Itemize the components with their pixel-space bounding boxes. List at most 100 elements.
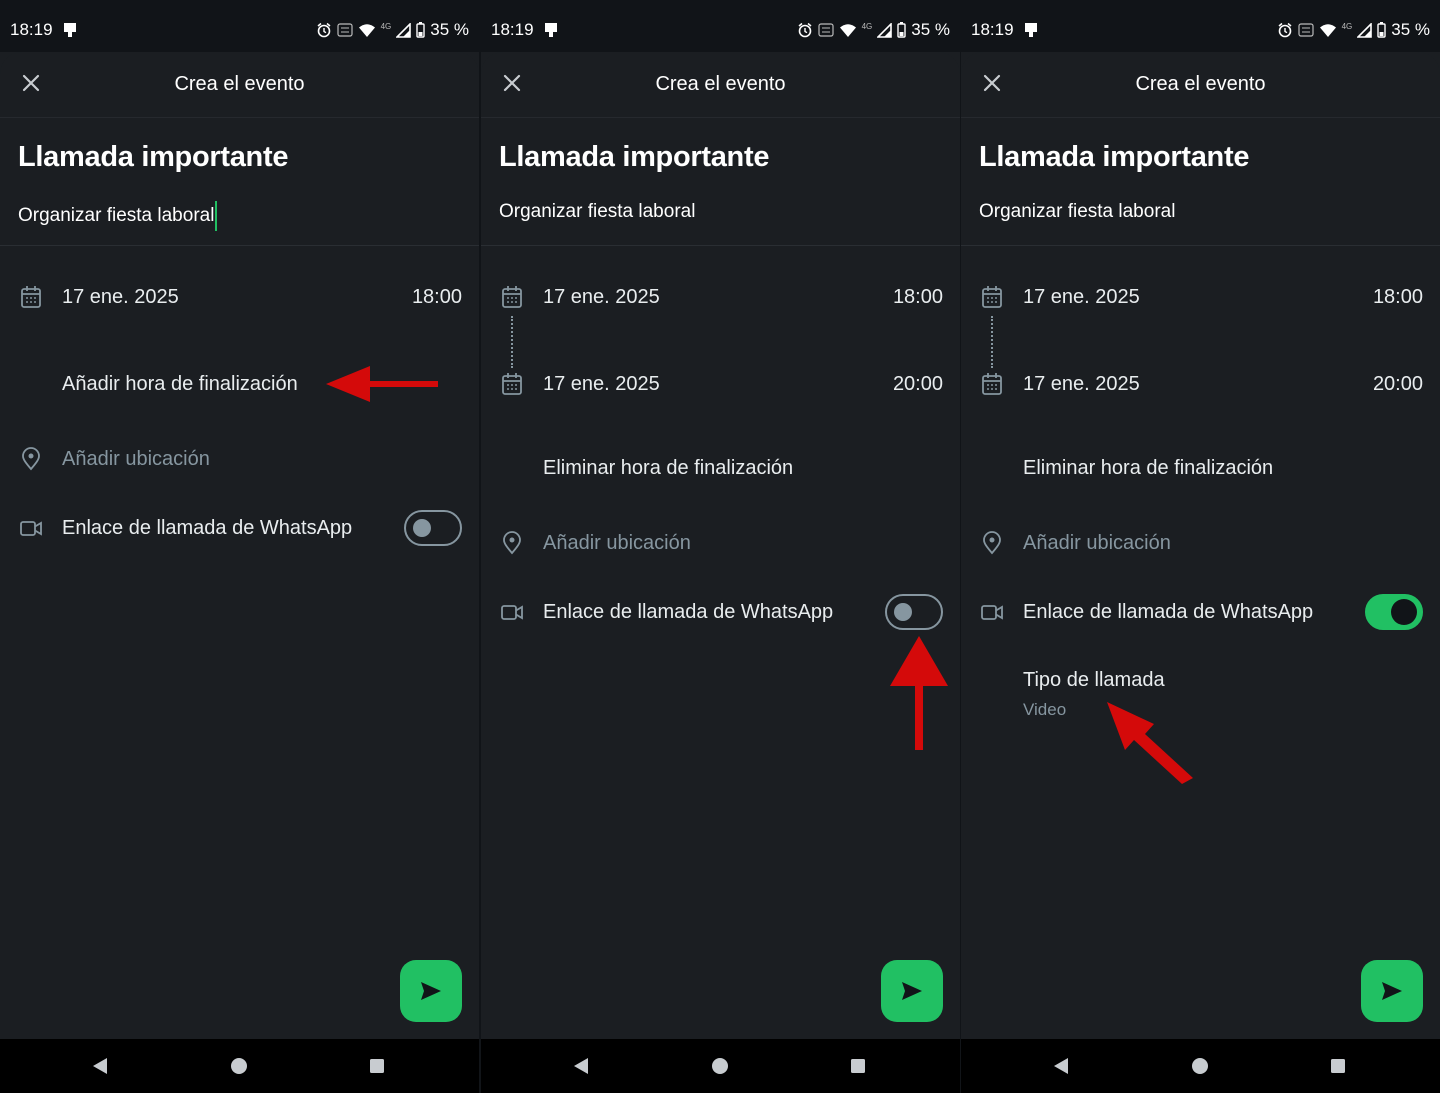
start-date[interactable]: 17 ene. 2025 [62,286,179,309]
text-cursor [215,201,218,231]
send-button[interactable] [1361,960,1423,1022]
video-camera-icon [20,521,42,536]
app-bar: Crea el evento [481,52,960,118]
system-icons: 4G 35 % [797,20,950,40]
whatsapp-call-link-toggle[interactable] [1365,594,1423,630]
screen-panel-2: 18:19 4G 35 % Crea el evento Llamada imp… [481,0,960,1093]
signal-icon [877,22,893,38]
send-icon [421,982,441,1000]
call-type-value: Video [1023,700,1067,719]
status-time: 18:19 [10,20,53,39]
screen-panel-3: 18:19 4G 35 % Crea el evento Llamada imp… [961,0,1440,1093]
end-datetime-row[interactable]: 17 ene. 2025 20:00 [481,364,960,404]
call-type-label: Tipo de llamada [1023,669,1165,691]
date-range-connector [511,316,513,368]
end-time[interactable]: 20:00 [893,373,943,396]
battery-icon [416,22,425,38]
page-title: Crea el evento [655,73,786,95]
nav-bar [961,1039,1440,1093]
status-time: 18:19 [491,20,534,39]
network-type: 4G [380,21,392,31]
notification-icon [64,23,76,37]
divider [961,245,1440,246]
system-icons: 4G 35 % [1277,20,1430,40]
whatsapp-call-link-toggle[interactable] [885,594,943,630]
calendar-icon [982,286,1002,308]
wifi-icon [358,23,375,37]
send-icon [1382,982,1402,1000]
event-sheet: Crea el evento Llamada importante Organi… [961,52,1440,1039]
add-location-input[interactable]: Añadir ubicación [62,448,210,471]
whatsapp-call-link-label: Enlace de llamada de WhatsApp [543,601,834,623]
end-date[interactable]: 17 ene. 2025 [1023,373,1140,396]
whatsapp-call-link-row: Enlace de llamada de WhatsApp [481,592,960,632]
start-datetime-row[interactable]: 17 ene. 2025 18:00 [481,277,960,317]
start-datetime-row[interactable]: 17 ene. 2025 18:00 [961,277,1440,317]
event-name-input[interactable]: Llamada importante [979,141,1249,174]
back-icon[interactable] [571,1056,591,1076]
end-date[interactable]: 17 ene. 2025 [543,373,660,396]
status-time: 18:19 [971,20,1014,39]
end-time[interactable]: 20:00 [1373,373,1423,396]
toggle-knob [894,603,912,621]
event-name-input[interactable]: Llamada importante [18,141,288,174]
start-time[interactable]: 18:00 [1373,286,1423,309]
event-sheet: Crea el evento Llamada importante Organi… [481,52,960,1039]
add-end-time-row[interactable]: Añadir hora de finalización [0,364,479,404]
system-icons: 4G 35 % [316,20,469,40]
network-type: 4G [861,21,873,31]
event-description-input[interactable]: Organizar fiesta laboral [18,201,218,231]
wifi-icon [839,23,856,37]
whatsapp-call-link-label: Enlace de llamada de WhatsApp [1023,601,1314,623]
battery-percent: 35 % [911,20,950,39]
battery-percent: 35 % [430,20,469,39]
send-button[interactable] [881,960,943,1022]
remove-end-time-row[interactable]: Eliminar hora de finalización [481,448,960,488]
wifi-icon [1319,23,1336,37]
add-location-input[interactable]: Añadir ubicación [1023,532,1171,555]
alarm-icon [798,22,812,38]
recents-icon[interactable] [848,1056,868,1076]
video-camera-icon [501,605,523,620]
remove-end-time-button[interactable]: Eliminar hora de finalización [543,457,793,480]
home-icon[interactable] [229,1056,249,1076]
location-pin-icon [22,447,40,471]
whatsapp-call-link-row: Enlace de llamada de WhatsApp [0,508,479,548]
start-time[interactable]: 18:00 [412,286,462,309]
page-title: Crea el evento [174,73,305,95]
signal-icon [396,22,412,38]
event-description-input[interactable]: Organizar fiesta laboral [979,201,1175,223]
whatsapp-call-link-toggle[interactable] [404,510,462,546]
back-icon[interactable] [1051,1056,1071,1076]
whatsapp-call-link-label: Enlace de llamada de WhatsApp [62,517,353,539]
calendar-icon [502,373,522,395]
add-end-time-button[interactable]: Añadir hora de finalización [62,373,298,396]
start-time[interactable]: 18:00 [893,286,943,309]
start-date[interactable]: 17 ene. 2025 [543,286,660,309]
end-datetime-row[interactable]: 17 ene. 2025 20:00 [961,364,1440,404]
screen-panel-1: 18:19 4G 35 % Crea el evento Llamada imp… [0,0,479,1093]
event-sheet: Crea el evento Llamada importante Organi… [0,52,479,1039]
location-row[interactable]: Añadir ubicación [0,439,479,479]
remove-end-time-button[interactable]: Eliminar hora de finalización [1023,457,1273,480]
event-description-input[interactable]: Organizar fiesta laboral [499,201,695,223]
back-icon[interactable] [90,1056,110,1076]
home-icon[interactable] [710,1056,730,1076]
location-row[interactable]: Añadir ubicación [481,523,960,563]
event-name-input[interactable]: Llamada importante [499,141,769,174]
recents-icon[interactable] [1328,1056,1348,1076]
start-datetime-row[interactable]: 17 ene. 2025 18:00 [0,277,479,317]
date-range-connector [991,316,993,368]
start-date[interactable]: 17 ene. 2025 [1023,286,1140,309]
nav-bar [0,1039,479,1093]
add-location-input[interactable]: Añadir ubicación [543,532,691,555]
notification-icon [545,23,557,37]
location-pin-icon [503,531,521,555]
signal-icon [1357,22,1373,38]
recents-icon[interactable] [367,1056,387,1076]
send-button[interactable] [400,960,462,1022]
volte-icon [336,23,353,37]
location-row[interactable]: Añadir ubicación [961,523,1440,563]
home-icon[interactable] [1190,1056,1210,1076]
remove-end-time-row[interactable]: Eliminar hora de finalización [961,448,1440,488]
